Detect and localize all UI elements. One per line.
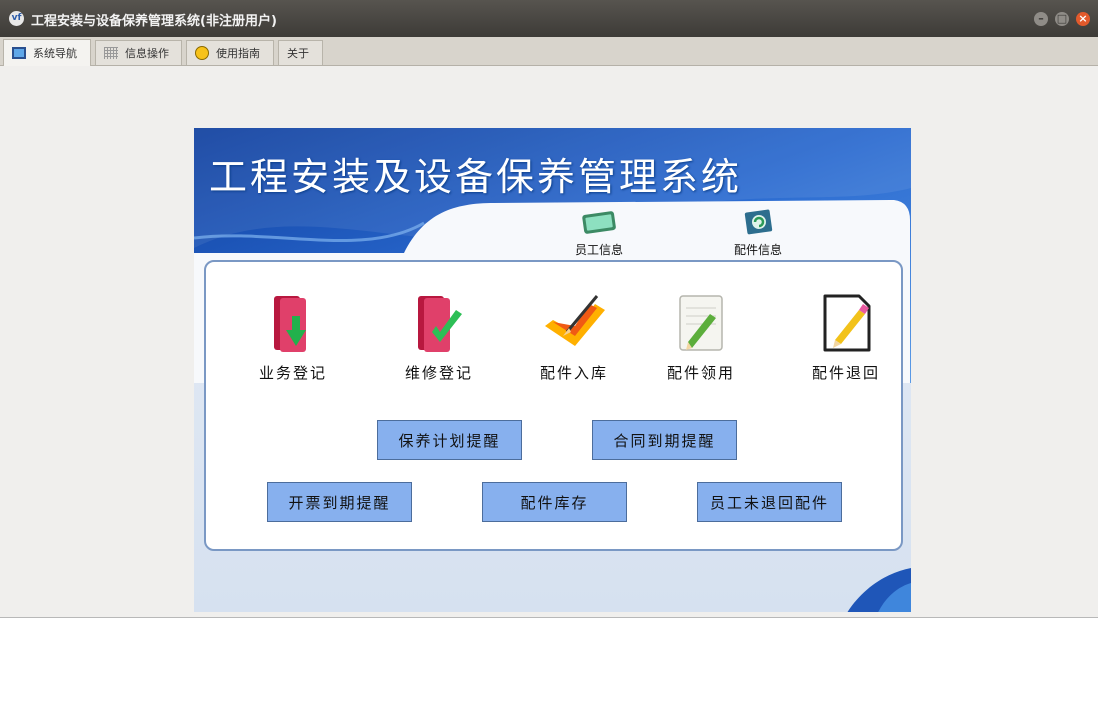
parts-inventory-button[interactable]: 配件库存 xyxy=(482,482,627,522)
grid-icon xyxy=(104,47,118,59)
function-label: 配件入库 xyxy=(539,364,608,382)
quick-link-parts-info[interactable]: 配件信息 xyxy=(718,208,798,258)
monitor-icon xyxy=(12,47,26,59)
function-label: 配件领用 xyxy=(666,364,735,382)
document-pencil-icon xyxy=(823,294,871,352)
function-business-registration[interactable]: 业务登记 xyxy=(238,292,348,383)
invoice-due-reminder-button[interactable]: 开票到期提醒 xyxy=(267,482,412,522)
function-repair-registration[interactable]: 维修登记 xyxy=(384,292,494,383)
function-label: 业务登记 xyxy=(258,364,327,382)
window-title: 工程安装与设备保养管理系统(非注册用户) xyxy=(31,14,277,29)
function-label: 配件退回 xyxy=(811,364,880,382)
close-icon[interactable]: × xyxy=(1076,12,1090,26)
function-label: 维修登记 xyxy=(404,364,473,382)
employee-unreturned-parts-button[interactable]: 员工未退回配件 xyxy=(697,482,842,522)
banner-title: 工程安装及设备保养管理系统 xyxy=(209,155,743,199)
quick-link-employee-info[interactable]: 员工信息 xyxy=(559,208,639,258)
guide-icon xyxy=(195,46,209,60)
minimize-icon[interactable]: – xyxy=(1034,12,1048,26)
tab-about[interactable]: 关于 xyxy=(278,40,323,65)
tab-label: 系统导航 xyxy=(33,47,77,60)
app-window: vf 工程安装与设备保养管理系统(非注册用户) – □ × 系统导航 信息操作 … xyxy=(0,0,1098,618)
function-box: 业务登记 维修登记 配件入库 配件领用 配件退回 保养计划提醒 合同到期提醒 开… xyxy=(204,260,903,551)
tab-info-operations[interactable]: 信息操作 xyxy=(95,40,182,65)
navigation-panel: 工程安装及设备保养管理系统 员工信息 配件信息 业务登记 维修登记 配件入库 配… xyxy=(194,128,911,612)
refresh-monitor-icon xyxy=(744,209,773,235)
maximize-icon[interactable]: □ xyxy=(1055,12,1069,26)
footer-wave-decoration xyxy=(847,568,911,612)
function-parts-requisition[interactable]: 配件领用 xyxy=(646,292,756,383)
function-parts-return[interactable]: 配件退回 xyxy=(791,292,901,383)
quick-link-label: 员工信息 xyxy=(574,243,623,257)
title-bar: vf 工程安装与设备保养管理系统(非注册用户) – □ × xyxy=(0,0,1098,37)
tab-bar: 系统导航 信息操作 使用指南 关于 xyxy=(0,37,1098,66)
contract-expiry-reminder-button[interactable]: 合同到期提醒 xyxy=(592,420,737,460)
orange-pen-icon xyxy=(545,295,605,346)
function-parts-inbound[interactable]: 配件入库 xyxy=(519,292,629,383)
maintenance-plan-reminder-button[interactable]: 保养计划提醒 xyxy=(377,420,522,460)
notepad-pencil-icon xyxy=(679,295,723,351)
red-folder-down-arrow-icon xyxy=(274,296,306,352)
app-icon: vf xyxy=(9,11,24,26)
monitor-tablet-icon xyxy=(582,211,616,234)
tab-user-guide[interactable]: 使用指南 xyxy=(186,40,274,65)
tab-label: 使用指南 xyxy=(216,47,260,60)
red-folder-checkmark-icon xyxy=(418,296,462,352)
tab-label: 信息操作 xyxy=(125,47,169,60)
tab-label: 关于 xyxy=(287,47,309,60)
quick-link-label: 配件信息 xyxy=(733,243,782,257)
tab-system-navigation[interactable]: 系统导航 xyxy=(3,39,91,66)
